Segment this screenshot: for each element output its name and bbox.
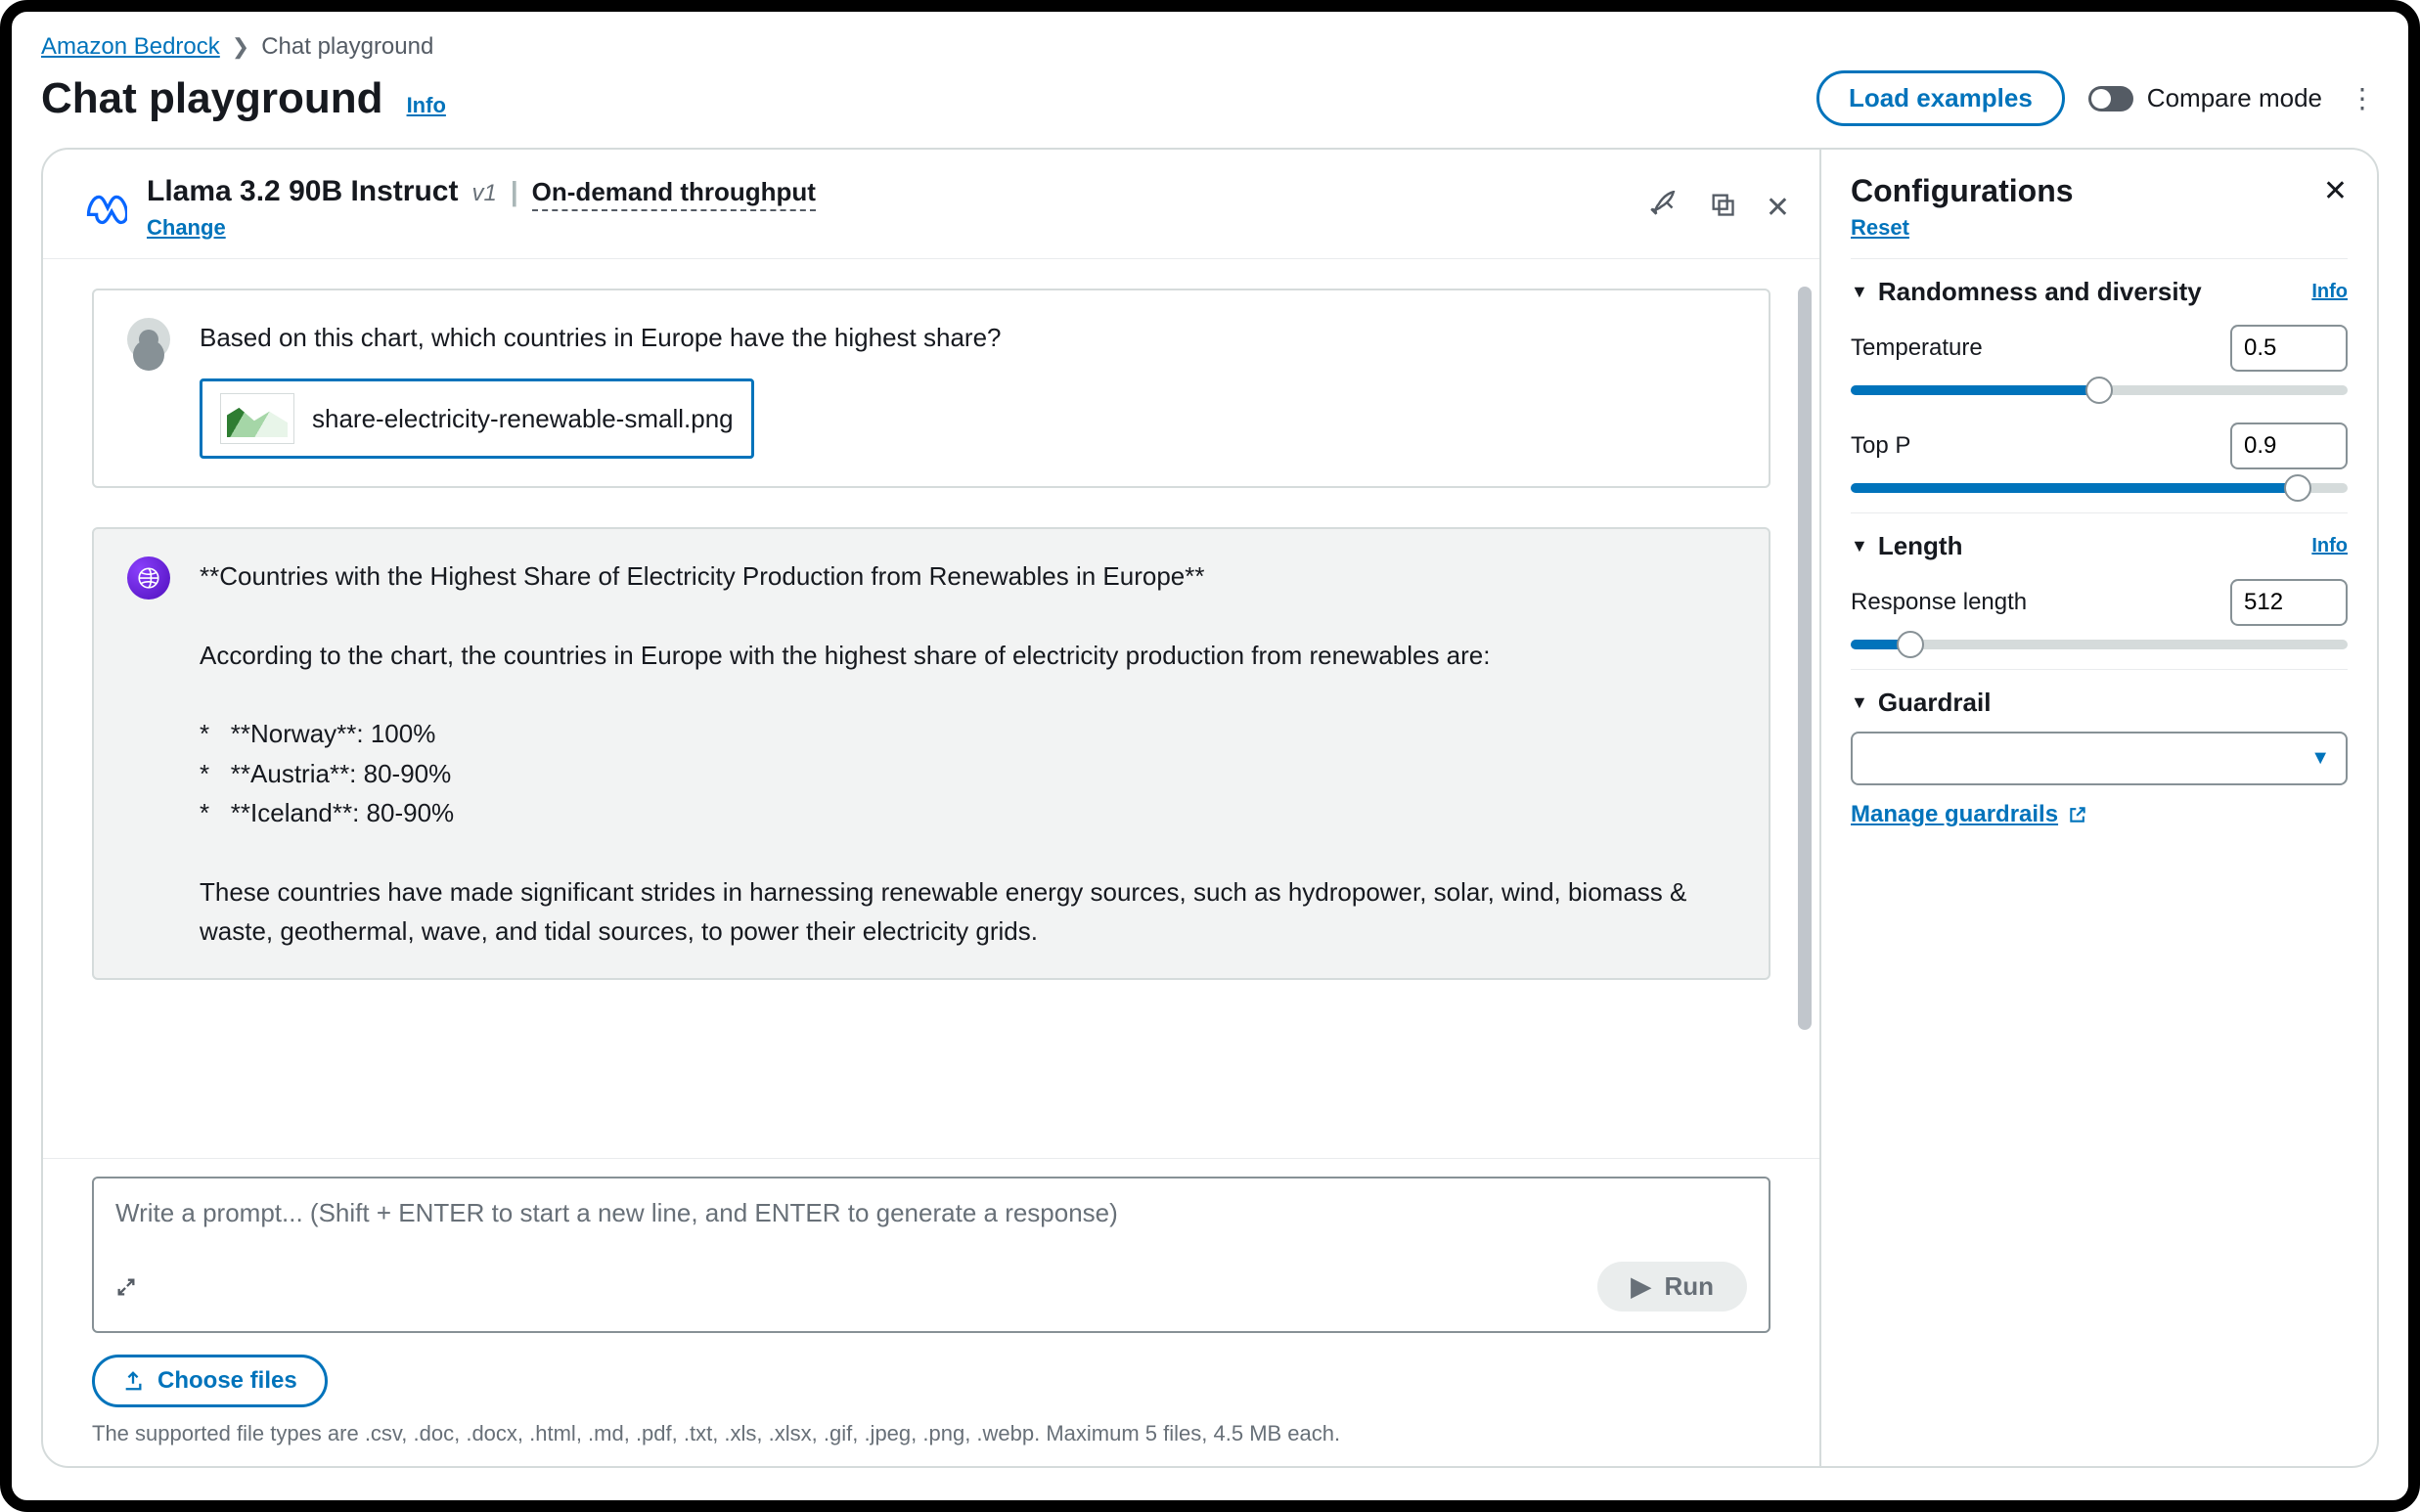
- choose-files-button[interactable]: Choose files: [92, 1355, 328, 1407]
- close-icon[interactable]: ✕: [1766, 191, 1790, 225]
- triangle-down-icon: ▼: [1851, 282, 1868, 302]
- randomness-info-link[interactable]: Info: [2311, 281, 2348, 303]
- page-title: Chat playground: [41, 74, 383, 123]
- model-header: Llama 3.2 90B Instruct v1 | On-demand th…: [43, 150, 1819, 259]
- expand-icon[interactable]: [115, 1276, 137, 1298]
- close-panel-icon[interactable]: ✕: [2323, 174, 2348, 208]
- user-message: Based on this chart, which countries in …: [92, 289, 1770, 488]
- upload-icon: [122, 1370, 144, 1392]
- triangle-down-icon: ▼: [1851, 692, 1868, 713]
- section-guardrail-toggle[interactable]: ▼ Guardrail: [1851, 688, 2348, 718]
- play-icon: ▶: [1631, 1271, 1650, 1302]
- attachment-filename: share-electricity-renewable-small.png: [312, 399, 734, 438]
- assistant-message-text: **Countries with the Highest Share of El…: [200, 556, 1735, 951]
- attachment-thumbnail-icon: [220, 393, 294, 444]
- more-menu-icon[interactable]: ⋮: [2346, 82, 2379, 114]
- temperature-slider[interactable]: [1851, 385, 2348, 395]
- caret-down-icon: ▼: [2310, 747, 2330, 770]
- temperature-label: Temperature: [1851, 334, 1983, 362]
- top-p-slider[interactable]: [1851, 483, 2348, 493]
- model-name: Llama 3.2 90B Instruct: [147, 175, 458, 208]
- top-p-input[interactable]: [2230, 422, 2348, 469]
- chevron-right-icon: ❯: [232, 34, 249, 60]
- prompt-input[interactable]: [115, 1198, 1747, 1262]
- copy-icon[interactable]: [1709, 191, 1736, 225]
- length-info-link[interactable]: Info: [2311, 535, 2348, 557]
- rocket-icon[interactable]: [1650, 191, 1680, 225]
- configurations-panel: Configurations ✕ Reset ▼ Randomness and …: [1819, 150, 2377, 1466]
- chat-scroll-area[interactable]: Based on this chart, which countries in …: [43, 259, 1819, 1158]
- guardrail-select[interactable]: ▼: [1851, 732, 2348, 785]
- load-examples-button[interactable]: Load examples: [1816, 70, 2065, 126]
- manage-guardrails-link[interactable]: Manage guardrails: [1851, 801, 2087, 828]
- breadcrumb: Amazon Bedrock ❯ Chat playground: [41, 33, 2379, 61]
- top-p-label: Top P: [1851, 432, 1910, 460]
- model-version: v1: [471, 180, 496, 207]
- external-link-icon: [2068, 805, 2087, 824]
- section-length-toggle[interactable]: ▼ Length Info: [1851, 531, 2348, 561]
- breadcrumb-root[interactable]: Amazon Bedrock: [41, 33, 220, 61]
- compare-mode-toggle[interactable]: [2088, 86, 2133, 111]
- attachment-chip[interactable]: share-electricity-renewable-small.png: [200, 378, 754, 459]
- compare-mode-label: Compare mode: [2147, 83, 2322, 113]
- user-avatar-icon: [127, 318, 170, 361]
- throughput-mode[interactable]: On-demand throughput: [532, 177, 816, 211]
- change-model-link[interactable]: Change: [147, 215, 816, 241]
- config-title: Configurations: [1851, 173, 2074, 209]
- response-length-input[interactable]: [2230, 579, 2348, 626]
- prompt-box: ▶ Run: [92, 1177, 1770, 1333]
- file-types-hint: The supported file types are .csv, .doc,…: [92, 1421, 1770, 1446]
- response-length-slider[interactable]: [1851, 640, 2348, 649]
- breadcrumb-current: Chat playground: [261, 33, 433, 61]
- section-randomness-toggle[interactable]: ▼ Randomness and diversity Info: [1851, 277, 2348, 307]
- meta-logo-icon: [82, 186, 127, 231]
- ai-avatar-icon: [127, 556, 170, 600]
- response-length-label: Response length: [1851, 589, 2027, 616]
- run-button[interactable]: ▶ Run: [1597, 1262, 1747, 1312]
- page-info-link[interactable]: Info: [407, 93, 446, 118]
- triangle-down-icon: ▼: [1851, 536, 1868, 556]
- user-message-text: Based on this chart, which countries in …: [200, 318, 1002, 357]
- reset-link[interactable]: Reset: [1851, 215, 1909, 241]
- temperature-input[interactable]: [2230, 325, 2348, 372]
- scrollbar[interactable]: [1798, 287, 1812, 1030]
- assistant-message: **Countries with the Highest Share of El…: [92, 527, 1770, 980]
